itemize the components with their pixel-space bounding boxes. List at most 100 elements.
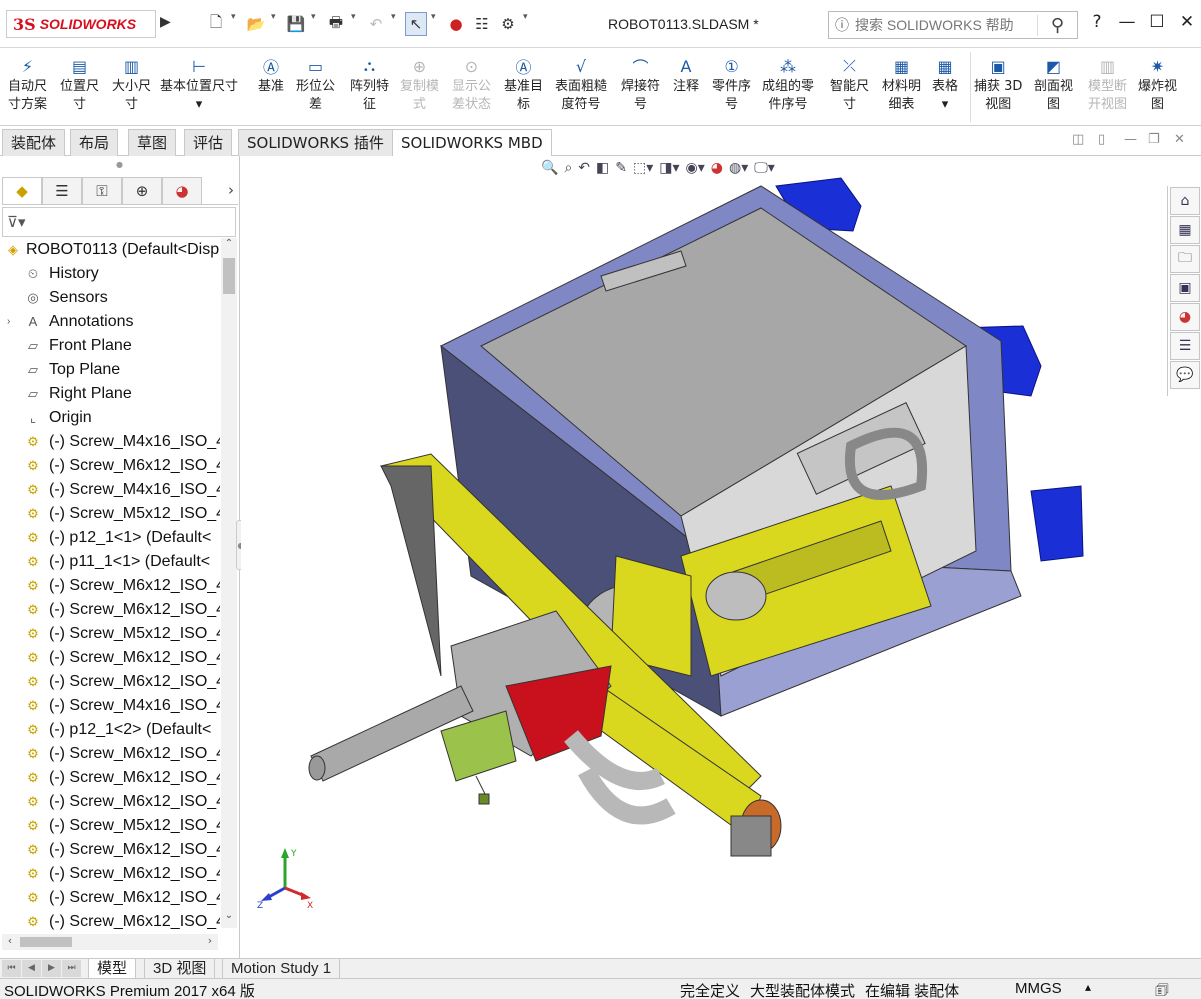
- open-folder-icon[interactable]: 📂: [245, 12, 267, 36]
- tree-item[interactable]: ⚙ (-) Screw_M6x12_ISO_4: [0, 742, 220, 766]
- scroll-down-icon[interactable]: ⌄: [221, 910, 237, 921]
- viewport-split-icon[interactable]: ▯: [1098, 132, 1105, 147]
- solidworks-logo[interactable]: 3S SOLIDWORKS: [6, 10, 156, 38]
- minimize-button[interactable]: —: [1112, 12, 1142, 32]
- ribbon-button-3[interactable]: ⊢ 基本位置尺寸 ▾: [160, 54, 238, 114]
- panel-grip-icon[interactable]: ●: [116, 160, 123, 169]
- ribbon-button-2[interactable]: ▥ 大小尺寸: [112, 54, 151, 114]
- command-tab-5[interactable]: SOLIDWORKS MBD: [392, 129, 552, 157]
- bottom-tab-1[interactable]: 3D 视图: [144, 959, 216, 979]
- tree-item[interactable]: ⌞ Origin: [0, 406, 220, 430]
- tree-item[interactable]: ⚙ (-) Screw_M6x12_ISO_4: [0, 454, 220, 478]
- print-icon[interactable]: 🖶: [325, 12, 347, 36]
- appearances-icon[interactable]: ◕: [1170, 303, 1200, 331]
- bottom-tab-0[interactable]: 模型: [88, 959, 137, 979]
- tree-item[interactable]: ⚙ (-) Screw_M6x12_ISO_4: [0, 910, 220, 934]
- ribbon-button-13[interactable]: ① 零件序号: [712, 54, 751, 114]
- viewport-restore-icon[interactable]: ❐: [1148, 132, 1160, 147]
- tree-item[interactable]: ▱ Front Plane: [0, 334, 220, 358]
- tree-item[interactable]: ⚙ (-) Screw_M4x16_ISO_4: [0, 430, 220, 454]
- select-cursor-icon[interactable]: ↖: [405, 12, 427, 36]
- viewport-minimize-icon[interactable]: —: [1124, 132, 1137, 147]
- undo-dropdown-icon[interactable]: ▾: [391, 12, 401, 36]
- command-tab-2[interactable]: 草图: [128, 129, 177, 156]
- tree-root-assembly[interactable]: ◈ ROBOT0113 (Default<Disp: [0, 238, 220, 262]
- tree-item[interactable]: ⚙ (-) p11_1<1> (Default<: [0, 550, 220, 574]
- ribbon-button-17[interactable]: ▦ 表格 ▾: [932, 54, 958, 114]
- hscroll-thumb[interactable]: [20, 937, 72, 947]
- options-gear-icon[interactable]: ⚙: [497, 12, 519, 36]
- unit-system[interactable]: MMGS: [1015, 980, 1062, 997]
- scroll-up-icon[interactable]: ⌃: [221, 238, 237, 249]
- scroll-left-icon[interactable]: ‹: [2, 934, 18, 947]
- feature-manager-tab-icon[interactable]: ◆: [2, 177, 42, 204]
- tree-item[interactable]: ⚙ (-) Screw_M5x12_ISO_4: [0, 502, 220, 526]
- new-document-icon[interactable]: 🗋: [205, 12, 227, 36]
- ribbon-button-21[interactable]: ✷ 爆炸视图: [1138, 54, 1177, 114]
- file-properties-icon[interactable]: ☷: [471, 12, 493, 36]
- units-dropdown-icon[interactable]: ▴: [1085, 980, 1091, 994]
- tree-item[interactable]: ⚙ (-) Screw_M6x12_ISO_4: [0, 670, 220, 694]
- more-tabs-chevron-icon[interactable]: ›: [228, 181, 234, 199]
- rebuild-traffic-light-icon[interactable]: ●: [445, 12, 467, 36]
- tree-item[interactable]: ▱ Right Plane: [0, 382, 220, 406]
- notes-icon[interactable]: 🗊: [1155, 980, 1169, 999]
- ribbon-button-16[interactable]: ▦ 材料明 细表: [882, 54, 921, 114]
- viewport-tile-icon[interactable]: ◫: [1072, 132, 1084, 147]
- tree-filter-icon[interactable]: ⊽▾: [2, 207, 236, 237]
- search-icon[interactable]: ⚲: [1037, 14, 1077, 36]
- tree-item[interactable]: ⚙ (-) Screw_M5x12_ISO_4: [0, 622, 220, 646]
- prev-tab-icon[interactable]: ◀: [22, 960, 41, 977]
- ribbon-button-9[interactable]: Ⓐ 基准目标: [504, 54, 543, 114]
- viewport-close-icon[interactable]: ✕: [1174, 132, 1185, 147]
- ribbon-button-19[interactable]: ◩ 剖面视图: [1034, 54, 1073, 114]
- tree-item[interactable]: ⚙ (-) Screw_M4x16_ISO_4: [0, 694, 220, 718]
- bottom-tab-2[interactable]: Motion Study 1: [222, 959, 341, 979]
- ribbon-button-15[interactable]: ⤫ 智能尺寸: [830, 54, 869, 114]
- scroll-thumb[interactable]: [223, 258, 235, 294]
- ribbon-button-7[interactable]: ⊕ 复制模式: [400, 54, 439, 114]
- tree-item[interactable]: ⚙ (-) Screw_M6x12_ISO_4: [0, 790, 220, 814]
- close-button[interactable]: ✕: [1172, 12, 1201, 32]
- ribbon-button-6[interactable]: ⛬ 阵列特征: [350, 54, 389, 114]
- tree-item[interactable]: ⚙ (-) Screw_M6x12_ISO_4: [0, 862, 220, 886]
- ribbon-button-5[interactable]: ▭ 形位公差: [296, 54, 335, 114]
- command-tab-0[interactable]: 装配体: [2, 129, 66, 156]
- tree-item[interactable]: ▱ Top Plane: [0, 358, 220, 382]
- tree-horizontal-scrollbar[interactable]: ‹ ›: [2, 934, 218, 950]
- help-menu-button[interactable]: ?: [1082, 12, 1112, 32]
- ribbon-button-1[interactable]: ▤ 位置尺寸: [60, 54, 99, 114]
- tree-item[interactable]: ⚙ (-) Screw_M6x12_ISO_4: [0, 598, 220, 622]
- ribbon-button-12[interactable]: A 注释: [673, 54, 699, 96]
- tree-item[interactable]: ⏲ History: [0, 262, 220, 286]
- view-palette-icon[interactable]: ▣: [1170, 274, 1200, 302]
- ribbon-button-14[interactable]: ⁂ 成组的零 件序号: [762, 54, 814, 114]
- save-dropdown-icon[interactable]: ▾: [311, 12, 321, 36]
- save-icon[interactable]: 💾: [285, 12, 307, 36]
- undo-icon[interactable]: ↶: [365, 12, 387, 36]
- property-manager-tab-icon[interactable]: ☰: [42, 177, 82, 204]
- select-dropdown-icon[interactable]: ▾: [431, 12, 441, 36]
- tree-item[interactable]: ⚙ (-) p12_1<1> (Default<: [0, 526, 220, 550]
- tree-item[interactable]: ⚙ (-) Screw_M4x16_ISO_4: [0, 478, 220, 502]
- graphics-area[interactable]: 🔍 ⌕ ↶ ◧ ✎ ⬚▾ ◨▾ ◉▾ ◕ ◍▾ 🖵▾ Y Z X: [241, 156, 1167, 958]
- command-tab-3[interactable]: 评估: [184, 129, 233, 156]
- next-tab-icon[interactable]: ▶: [42, 960, 61, 977]
- scroll-right-icon[interactable]: ›: [202, 934, 218, 947]
- ribbon-button-0[interactable]: ⚡ 自动尺 寸方案: [8, 54, 47, 114]
- print-dropdown-icon[interactable]: ▾: [351, 12, 361, 36]
- dimxpert-manager-tab-icon[interactable]: ⊕: [122, 177, 162, 204]
- home-icon[interactable]: ⌂: [1170, 187, 1200, 215]
- tree-item[interactable]: ⚙ (-) Screw_M5x12_ISO_4: [0, 814, 220, 838]
- ribbon-button-10[interactable]: √ 表面粗糙 度符号: [555, 54, 607, 114]
- tree-item[interactable]: ⚙ (-) Screw_M6x12_ISO_4: [0, 574, 220, 598]
- ribbon-button-20[interactable]: ▥ 模型断 开视图: [1088, 54, 1127, 114]
- ribbon-button-4[interactable]: Ⓐ 基准: [258, 54, 284, 96]
- file-explorer-icon[interactable]: 🗀: [1170, 245, 1200, 273]
- forum-icon[interactable]: 💬: [1170, 361, 1200, 389]
- command-tab-4[interactable]: SOLIDWORKS 插件: [238, 129, 393, 156]
- tree-item[interactable]: › A Annotations: [0, 310, 220, 334]
- custom-properties-icon[interactable]: ☰: [1170, 332, 1200, 360]
- configuration-manager-tab-icon[interactable]: ⚿: [82, 177, 122, 204]
- last-tab-icon[interactable]: ⏭: [62, 960, 81, 977]
